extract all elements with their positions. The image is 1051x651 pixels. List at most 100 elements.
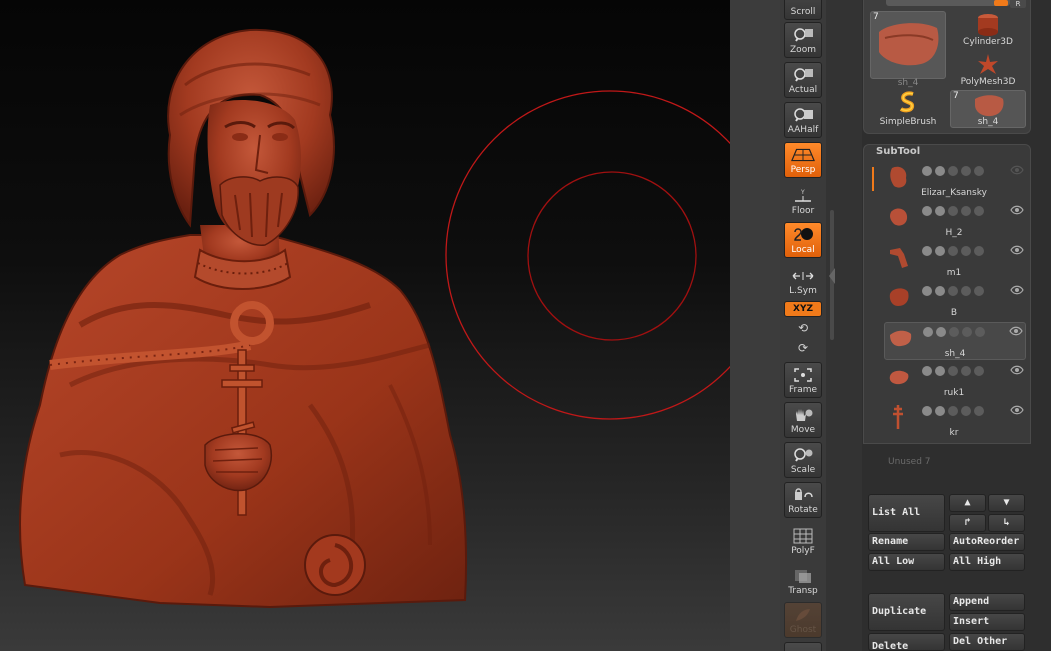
toggle-icon[interactable] [948, 206, 958, 216]
rotate-button[interactable]: Rotate [784, 482, 822, 518]
subtool-toggles [923, 327, 985, 337]
subtool-item[interactable]: sh_4 [884, 322, 1026, 360]
toggle-icon[interactable] [949, 327, 959, 337]
r-button[interactable]: R [1010, 0, 1026, 8]
toggle-icon[interactable] [948, 366, 958, 376]
insert-button[interactable]: Insert [949, 613, 1025, 631]
sculpt-model[interactable] [10, 25, 480, 615]
simplebrush-tool[interactable] [896, 90, 920, 114]
local-button[interactable]: Local [784, 222, 822, 258]
toggle-icon[interactable] [935, 286, 945, 296]
toggle-icon[interactable] [948, 246, 958, 256]
lsym-button[interactable]: L.Sym [784, 262, 822, 298]
toggle-icon[interactable] [922, 366, 932, 376]
eye-icon[interactable] [1010, 165, 1024, 175]
toggle-icon[interactable] [922, 246, 932, 256]
rotate-y-icon[interactable]: ⟲ [794, 320, 812, 336]
ghost-button[interactable]: Ghost [784, 602, 822, 638]
toggle-icon[interactable] [961, 206, 971, 216]
zoom-button[interactable]: Zoom [784, 22, 822, 58]
persp-button[interactable]: Persp [784, 142, 822, 178]
aahalf-button[interactable]: AAHalf [784, 102, 822, 138]
rename-button[interactable]: Rename [868, 533, 945, 551]
subtool-item[interactable]: Elizar_Ksansky [884, 162, 1026, 200]
current-tool-thumb[interactable] [870, 11, 946, 79]
transp-button[interactable]: Transp [784, 562, 822, 598]
toggle-icon[interactable] [974, 166, 984, 176]
del-other-button[interactable]: Del Other [949, 633, 1025, 651]
toggle-icon[interactable] [948, 406, 958, 416]
move-down-button[interactable]: ▼ [988, 494, 1025, 512]
frame-button[interactable]: Frame [784, 362, 822, 398]
toggle-icon[interactable] [922, 286, 932, 296]
move-down-step-button[interactable]: ↳ [988, 514, 1025, 532]
all-low-button[interactable]: All Low [868, 553, 945, 571]
toggle-icon[interactable] [974, 206, 984, 216]
toggle-icon[interactable] [948, 286, 958, 296]
subtool-item[interactable]: kr [884, 402, 1026, 440]
scroll-button[interactable]: Scroll [784, 0, 822, 20]
all-high-button[interactable]: All High [949, 553, 1025, 571]
toggle-icon[interactable] [936, 327, 946, 337]
floor-button[interactable]: Y Floor [784, 182, 822, 218]
toggle-icon[interactable] [974, 366, 984, 376]
toggle-icon[interactable] [974, 406, 984, 416]
append-button[interactable]: Append [949, 593, 1025, 611]
collapse-arrow-icon[interactable] [829, 268, 835, 284]
cylinder3d-tool[interactable] [974, 12, 1002, 38]
polyf-button[interactable]: PolyF [784, 522, 822, 558]
local-icon [791, 226, 815, 244]
eye-icon[interactable] [1010, 205, 1024, 215]
delete-button[interactable]: Delete [868, 633, 945, 651]
xyz-button[interactable]: XYZ [784, 301, 822, 317]
toggle-icon[interactable] [962, 327, 972, 337]
subtool-item[interactable]: ruk1 [884, 362, 1026, 400]
toggle-icon[interactable] [961, 286, 971, 296]
eye-icon[interactable] [1010, 245, 1024, 255]
document-canvas[interactable] [0, 0, 730, 651]
toggle-icon[interactable] [961, 406, 971, 416]
subtool-name: ruk1 [943, 388, 965, 398]
actual-button[interactable]: Actual [784, 62, 822, 98]
toggle-icon[interactable] [922, 406, 932, 416]
rotate-label: Rotate [788, 505, 818, 515]
slider-knob[interactable] [994, 0, 1008, 6]
subtool-thumb-icon [890, 208, 908, 226]
eye-icon[interactable] [1010, 285, 1024, 295]
list-all-button[interactable]: List All [868, 494, 945, 532]
toggle-icon[interactable] [975, 327, 985, 337]
eye-icon[interactable] [1010, 365, 1024, 375]
eye-icon[interactable] [1010, 405, 1024, 415]
aahalf-icon [791, 106, 815, 124]
scale-button[interactable]: Scale [784, 442, 822, 478]
polymesh3d-tool[interactable] [976, 53, 1000, 77]
toggle-icon[interactable] [948, 166, 958, 176]
toggle-icon[interactable] [935, 366, 945, 376]
toggle-icon[interactable] [974, 286, 984, 296]
toggle-icon[interactable] [935, 206, 945, 216]
rotate-z-icon[interactable]: ⟳ [794, 340, 812, 356]
toggle-icon[interactable] [961, 166, 971, 176]
toggle-icon[interactable] [922, 206, 932, 216]
duplicate-button[interactable]: Duplicate [868, 593, 945, 631]
move-button[interactable]: Move [784, 402, 822, 438]
palette-scroll-strip[interactable] [826, 0, 862, 651]
move-up-button[interactable]: ▲ [949, 494, 986, 512]
eye-icon[interactable] [1009, 326, 1023, 336]
toggle-icon[interactable] [935, 406, 945, 416]
move-up-step-button[interactable]: ↱ [949, 514, 986, 532]
toggle-icon[interactable] [935, 246, 945, 256]
subtool-item[interactable]: H_2 [884, 202, 1026, 240]
tool-slider[interactable] [886, 0, 1010, 6]
autoreorder-button[interactable]: AutoReorder [949, 533, 1025, 551]
polyf-label: PolyF [791, 546, 815, 556]
shelf-more-button[interactable] [784, 642, 822, 651]
toggle-icon[interactable] [923, 327, 933, 337]
toggle-icon[interactable] [961, 366, 971, 376]
toggle-icon[interactable] [935, 166, 945, 176]
toggle-icon[interactable] [922, 166, 932, 176]
subtool-item[interactable]: m1 [884, 242, 1026, 280]
toggle-icon[interactable] [961, 246, 971, 256]
toggle-icon[interactable] [974, 246, 984, 256]
subtool-item[interactable]: B [884, 282, 1026, 320]
